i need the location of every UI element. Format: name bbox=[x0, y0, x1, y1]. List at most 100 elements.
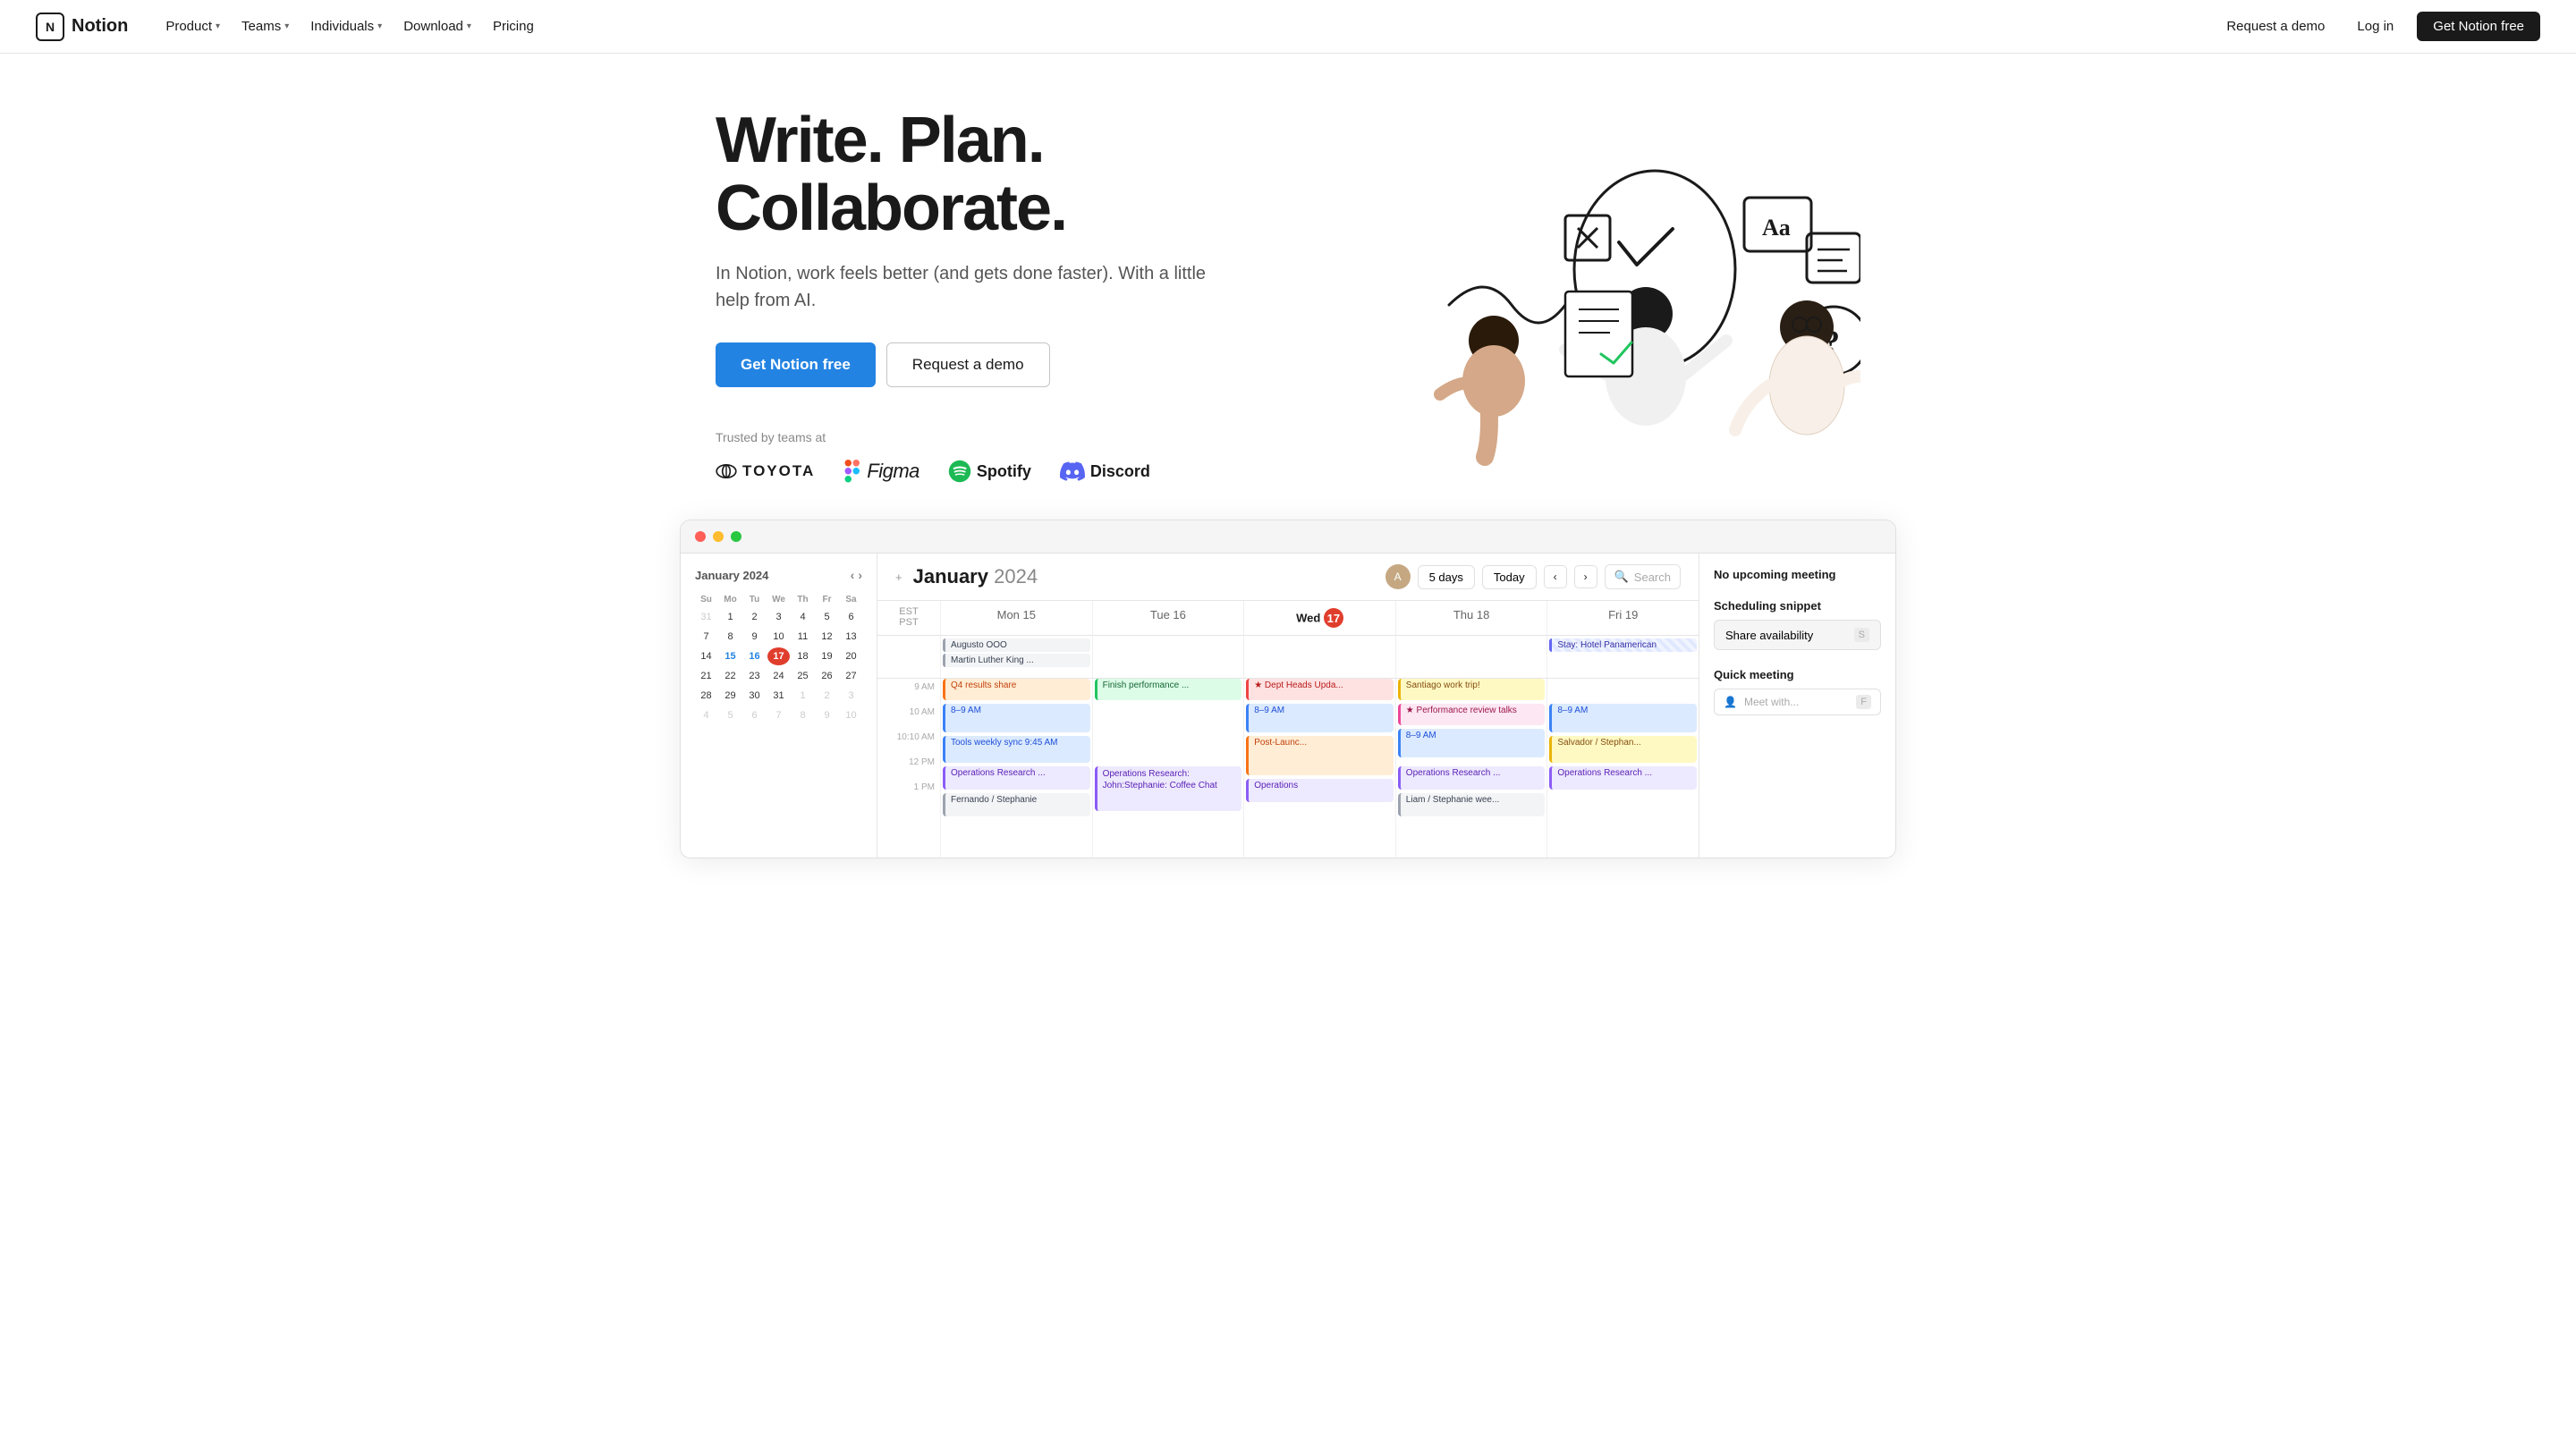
8-9am-event-fri[interactable]: 8–9 AM bbox=[1549, 704, 1697, 732]
allday-event-mlk[interactable]: Martin Luther King ... bbox=[943, 654, 1090, 667]
operations-wed-event[interactable]: Operations bbox=[1246, 779, 1394, 802]
prev-arrow-button[interactable]: ‹ bbox=[1544, 565, 1567, 588]
mini-day[interactable]: 7 bbox=[695, 628, 717, 646]
mini-day[interactable]: 13 bbox=[840, 628, 862, 646]
request-demo-button[interactable]: Request a demo bbox=[2217, 13, 2334, 39]
window-minimize-dot[interactable] bbox=[713, 531, 724, 542]
mini-day[interactable]: 9 bbox=[816, 706, 838, 724]
fernando-stephanie-event[interactable]: Fernando / Stephanie bbox=[943, 793, 1090, 816]
nav-link-individuals[interactable]: Individuals ▾ bbox=[301, 13, 391, 39]
mini-day[interactable]: 19 bbox=[816, 647, 838, 665]
ops-research-thu-event[interactable]: Operations Research ... bbox=[1398, 766, 1546, 790]
mini-day[interactable]: 2 bbox=[816, 687, 838, 705]
mini-day[interactable]: 28 bbox=[695, 687, 717, 705]
mini-day[interactable]: 18 bbox=[792, 647, 814, 665]
mini-day[interactable]: 27 bbox=[840, 667, 862, 685]
mini-day[interactable]: 12 bbox=[816, 628, 838, 646]
hero-buttons: Get Notion free Request a demo bbox=[716, 342, 1216, 387]
login-button[interactable]: Log in bbox=[2348, 13, 2402, 39]
allday-event-augusto[interactable]: Augusto OOO bbox=[943, 638, 1090, 652]
mini-day[interactable]: 29 bbox=[719, 687, 741, 705]
mini-day[interactable]: 31 bbox=[695, 608, 717, 626]
mini-day[interactable]: 4 bbox=[695, 706, 717, 724]
mini-day[interactable]: 3 bbox=[767, 608, 790, 626]
nav-link-product[interactable]: Product ▾ bbox=[157, 13, 229, 39]
finish-performance-event[interactable]: Finish performance ... bbox=[1095, 679, 1242, 700]
performance-review-event[interactable]: ★ Performance review talks bbox=[1398, 704, 1546, 725]
q4-results-event[interactable]: Q4 results share bbox=[943, 679, 1090, 700]
mini-day[interactable]: 1 bbox=[719, 608, 741, 626]
mini-day[interactable]: 4 bbox=[792, 608, 814, 626]
mini-day[interactable]: 23 bbox=[743, 667, 766, 685]
mini-day[interactable]: 6 bbox=[840, 608, 862, 626]
dept-heads-event[interactable]: ★ Dept Heads Upda... bbox=[1246, 679, 1394, 700]
get-notion-free-nav-button[interactable]: Get Notion free bbox=[2417, 12, 2540, 41]
mini-day[interactable]: 7 bbox=[767, 706, 790, 724]
calendar-search[interactable]: 🔍 Search bbox=[1605, 564, 1681, 589]
search-placeholder: Search bbox=[1634, 571, 1671, 584]
mini-cal-prev[interactable]: ‹ bbox=[851, 568, 855, 582]
calendar-body: January 2024 ‹ › Su Mo Tu We Th Fr Sa 31 bbox=[681, 554, 1895, 858]
mini-day-header-th: Th bbox=[792, 593, 814, 606]
mini-day[interactable]: 30 bbox=[743, 687, 766, 705]
nav-logo[interactable]: N Notion bbox=[36, 13, 128, 41]
mini-day[interactable]: 5 bbox=[719, 706, 741, 724]
mini-day[interactable]: 9 bbox=[743, 628, 766, 646]
mini-day[interactable]: 8 bbox=[792, 706, 814, 724]
mini-day[interactable]: 8 bbox=[719, 628, 741, 646]
user-avatar[interactable]: A bbox=[1385, 564, 1411, 589]
nav-link-teams[interactable]: Teams ▾ bbox=[233, 13, 298, 39]
mini-day[interactable]: 10 bbox=[767, 628, 790, 646]
hero-illustration: Aa ? bbox=[1306, 126, 1860, 466]
mini-day[interactable]: 10 bbox=[840, 706, 862, 724]
tools-weekly-sync-event[interactable]: Tools weekly sync 9:45 AM bbox=[943, 736, 1090, 763]
share-avail-label: Share availability bbox=[1725, 629, 1813, 642]
mini-day[interactable]: 3 bbox=[840, 687, 862, 705]
mini-day-header-tu: Tu bbox=[743, 593, 766, 606]
brand-logos: TOYOTA Figma bbox=[716, 459, 1216, 484]
santiago-trip-event[interactable]: Santiago work trip! bbox=[1398, 679, 1546, 700]
meet-with-input[interactable]: 👤 Meet with... F bbox=[1714, 689, 1881, 715]
mini-day[interactable]: 24 bbox=[767, 667, 790, 685]
mini-day[interactable]: 11 bbox=[792, 628, 814, 646]
request-demo-hero-button[interactable]: Request a demo bbox=[886, 342, 1050, 387]
mini-day[interactable]: 15 bbox=[719, 647, 741, 665]
mini-day[interactable]: 2 bbox=[743, 608, 766, 626]
mini-day[interactable]: 26 bbox=[816, 667, 838, 685]
cal-tz-label: + bbox=[895, 571, 902, 584]
ops-research-tue-event[interactable]: Operations Research: John:Stephanie: Cof… bbox=[1095, 766, 1242, 811]
liam-stephanie-event[interactable]: Liam / Stephanie wee... bbox=[1398, 793, 1546, 816]
mini-day[interactable]: 25 bbox=[792, 667, 814, 685]
ops-research-mon-event[interactable]: Operations Research ... bbox=[943, 766, 1090, 790]
mini-day-today[interactable]: 17 bbox=[767, 647, 790, 665]
search-icon: 🔍 bbox=[1614, 570, 1629, 584]
calendar-window: January 2024 ‹ › Su Mo Tu We Th Fr Sa 31 bbox=[680, 520, 1896, 858]
mini-day[interactable]: 6 bbox=[743, 706, 766, 724]
mini-day[interactable]: 16 bbox=[743, 647, 766, 665]
mini-day[interactable]: 22 bbox=[719, 667, 741, 685]
share-availability-button[interactable]: Share availability S bbox=[1714, 620, 1881, 650]
8-9am-event-thu[interactable]: 8–9 AM bbox=[1398, 729, 1546, 757]
mini-day[interactable]: 5 bbox=[816, 608, 838, 626]
mini-day[interactable]: 20 bbox=[840, 647, 862, 665]
ops-research-fri-event[interactable]: Operations Research ... bbox=[1549, 766, 1697, 790]
8-9am-event-mon[interactable]: 8–9 AM bbox=[943, 704, 1090, 732]
salvador-stephanie-event[interactable]: Salvador / Stephan... bbox=[1549, 736, 1697, 763]
days-view-button[interactable]: 5 days bbox=[1418, 565, 1475, 589]
get-notion-free-hero-button[interactable]: Get Notion free bbox=[716, 342, 876, 387]
mini-day[interactable]: 31 bbox=[767, 687, 790, 705]
nav-link-pricing[interactable]: Pricing bbox=[484, 13, 543, 39]
post-launch-event[interactable]: Post-Launc... bbox=[1246, 736, 1394, 775]
allday-col-thu bbox=[1395, 636, 1547, 678]
window-maximize-dot[interactable] bbox=[731, 531, 741, 542]
mini-day[interactable]: 14 bbox=[695, 647, 717, 665]
window-close-dot[interactable] bbox=[695, 531, 706, 542]
nav-link-download[interactable]: Download ▾ bbox=[394, 13, 480, 39]
today-button[interactable]: Today bbox=[1482, 565, 1537, 589]
mini-cal-next[interactable]: › bbox=[858, 568, 862, 582]
8-9am-event-wed[interactable]: 8–9 AM bbox=[1246, 704, 1394, 732]
allday-event-hotel[interactable]: Stay: Hotel Panamerican bbox=[1549, 638, 1697, 652]
mini-day[interactable]: 21 bbox=[695, 667, 717, 685]
mini-day[interactable]: 1 bbox=[792, 687, 814, 705]
next-arrow-button[interactable]: › bbox=[1574, 565, 1597, 588]
